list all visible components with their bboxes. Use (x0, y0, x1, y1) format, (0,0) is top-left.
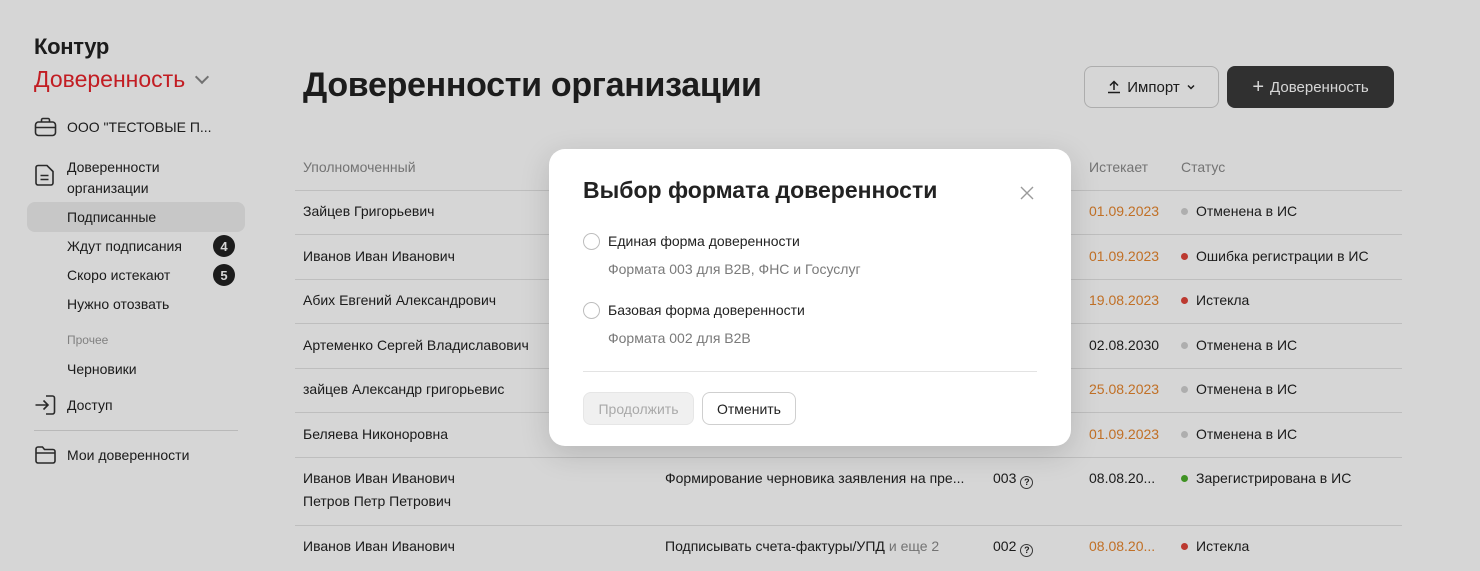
option-description: Формата 002 для B2B (608, 330, 751, 346)
radio-unified-form[interactable] (583, 233, 600, 250)
radio-basic-form[interactable] (583, 302, 600, 319)
format-selection-dialog: Выбор формата доверенности Единая форма … (549, 149, 1071, 446)
cancel-button[interactable]: Отменить (702, 392, 796, 425)
option-title: Единая форма доверенности (608, 233, 800, 249)
dialog-title: Выбор формата доверенности (583, 177, 938, 203)
option-description: Формата 003 для B2B, ФНС и Госуслуг (608, 261, 861, 277)
option-title: Базовая форма доверенности (608, 302, 805, 318)
close-icon[interactable] (1019, 185, 1035, 201)
option-basic-form[interactable]: Базовая форма доверенности Формата 002 д… (583, 301, 805, 348)
continue-button[interactable]: Продолжить (583, 392, 694, 425)
dialog-divider (583, 371, 1037, 372)
option-unified-form[interactable]: Единая форма доверенности Формата 003 дл… (583, 232, 861, 279)
